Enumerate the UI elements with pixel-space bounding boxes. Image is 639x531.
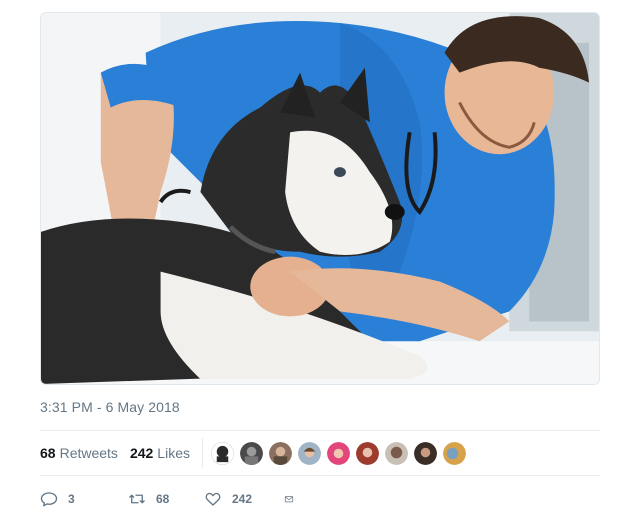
avatar-icon[interactable]: [384, 441, 408, 465]
retweets-stat[interactable]: 68 Retweets: [40, 445, 118, 461]
tweet-detail: 3:31 PM - 6 May 2018 68 Retweets 242 Likes…: [0, 0, 639, 531]
liker-avatars: [210, 441, 472, 465]
avatar-icon[interactable]: [442, 441, 466, 465]
retweet-button[interactable]: 68: [128, 490, 204, 508]
retweets-label: Retweets: [59, 445, 118, 461]
vet-with-husky-photo: [41, 13, 599, 384]
avatar-icon[interactable]: [239, 441, 263, 465]
tweet-stats: 68 Retweets 242 Likes: [40, 430, 600, 476]
avatar-icon[interactable]: [210, 441, 234, 465]
retweet-action-count: 68: [156, 492, 170, 506]
reply-count: 3: [68, 492, 75, 506]
reply-icon: [40, 492, 58, 507]
envelope-icon: [284, 496, 294, 503]
avatar-icon[interactable]: [268, 441, 292, 465]
direct-message-button[interactable]: [284, 490, 304, 508]
avatar-icon[interactable]: [413, 441, 437, 465]
likes-stat[interactable]: 242 Likes: [130, 445, 190, 461]
heart-icon: [205, 492, 221, 506]
tweet-timestamp[interactable]: 3:31 PM - 6 May 2018: [40, 399, 180, 415]
tweet-actions: 3 68 242: [40, 487, 600, 511]
stats-divider: [201, 438, 203, 468]
avatar-icon[interactable]: [297, 441, 321, 465]
avatar-icon[interactable]: [355, 441, 379, 465]
retweets-count: 68: [40, 445, 56, 461]
likes-label: Likes: [157, 445, 190, 461]
like-action-count: 242: [232, 492, 253, 506]
likes-count: 242: [129, 445, 154, 461]
retweet-icon: [129, 494, 145, 504]
like-button[interactable]: 242: [204, 490, 294, 508]
reply-button[interactable]: 3: [40, 490, 122, 508]
tweet-photo[interactable]: [40, 12, 600, 385]
avatar-icon[interactable]: [326, 441, 350, 465]
